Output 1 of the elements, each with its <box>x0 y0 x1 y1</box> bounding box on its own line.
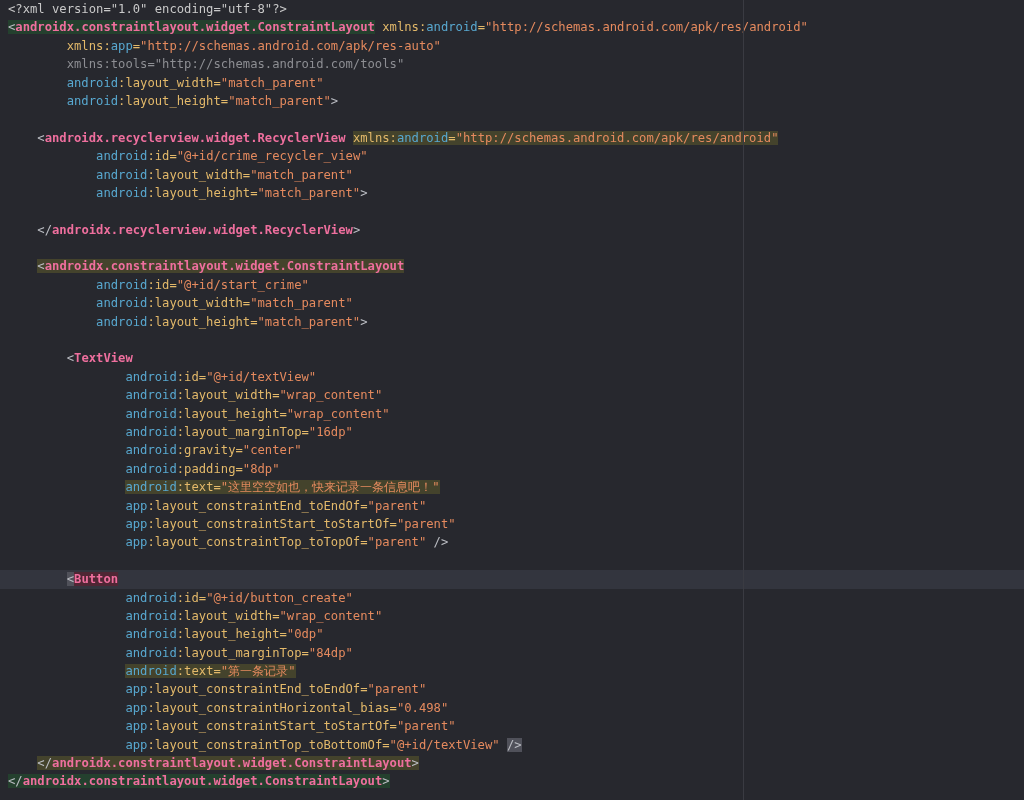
code-editor[interactable] <box>0 0 1024 800</box>
